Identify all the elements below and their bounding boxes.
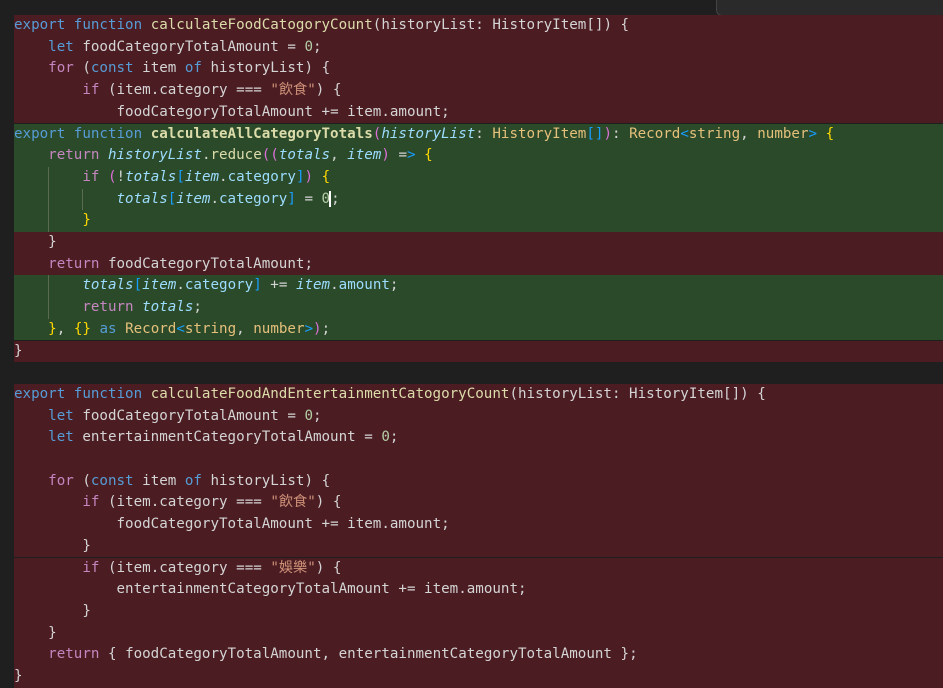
code-text: if (item.category === "娛樂") { xyxy=(82,559,342,576)
added-code-line: return historyList.reduce((totals, item)… xyxy=(0,145,943,167)
line-gutter xyxy=(0,449,14,471)
line-gutter xyxy=(0,210,14,232)
deleted-code-line: if (item.category === "飲食") { xyxy=(0,492,943,515)
deleted-code-line: let entertainmentCategoryTotalAmount = 0… xyxy=(0,427,943,449)
added-code-line: if (!totals[item.category]) { xyxy=(0,166,943,189)
code-text: export function calculateFoodAndEntertai… xyxy=(14,385,766,402)
line-gutter xyxy=(0,405,14,428)
added-code-line: return totals; xyxy=(0,297,943,319)
added-code-line: totals[item.category] = 0; xyxy=(0,188,943,211)
added-code-line: totals[item.category] += item.amount; xyxy=(0,275,943,298)
deleted-code-line: for (const item of historyList) { xyxy=(0,58,943,81)
deleted-code-line: entertainmentCategoryTotalAmount += item… xyxy=(0,579,943,601)
code-text: let foodCategoryTotalAmount = 0; xyxy=(48,407,322,424)
code-text: export function calculateAllCategoryTota… xyxy=(14,125,835,142)
line-gutter xyxy=(0,58,14,81)
deleted-code-line: foodCategoryTotalAmount += item.amount; xyxy=(0,514,943,536)
deleted-code-line: foodCategoryTotalAmount += item.amount; xyxy=(0,101,943,124)
deleted-code-line: export function calculateFoodAndEntertai… xyxy=(0,383,943,406)
indent-guide xyxy=(48,297,50,319)
deleted-code-line xyxy=(0,449,943,471)
code-text: for (const item of historyList) { xyxy=(48,472,331,489)
line-gutter xyxy=(0,232,14,254)
code-text: return { foodCategoryTotalAmount, entert… xyxy=(48,646,638,663)
line-gutter xyxy=(0,275,14,298)
code-text: } xyxy=(48,234,57,250)
line-gutter xyxy=(0,145,14,167)
indent-guide xyxy=(82,188,84,211)
code-text: return totals; xyxy=(82,299,202,316)
code-text: return foodCategoryTotalAmount; xyxy=(48,255,313,272)
line-gutter xyxy=(0,579,14,601)
added-code-line: } xyxy=(0,210,943,232)
line-gutter xyxy=(0,644,14,666)
added-code-line: export function calculateAllCategoryTota… xyxy=(0,123,943,146)
line-gutter xyxy=(0,36,14,59)
deleted-code-line: } xyxy=(0,340,943,363)
code-text: } xyxy=(14,668,23,684)
deleted-code-line: let foodCategoryTotalAmount = 0; xyxy=(0,405,943,428)
line-gutter xyxy=(0,253,14,276)
code-text: totals[item.category] = 0; xyxy=(116,190,340,207)
line-gutter xyxy=(0,535,14,558)
line-gutter xyxy=(0,80,14,102)
line-gutter xyxy=(0,340,14,363)
deleted-code-line: let foodCategoryTotalAmount = 0; xyxy=(0,36,943,59)
line-gutter xyxy=(0,470,14,493)
indent-guide xyxy=(48,188,50,211)
deleted-code-line: if (item.category === "娛樂") { xyxy=(0,557,943,580)
line-gutter xyxy=(0,427,14,449)
deleted-code-line: return { foodCategoryTotalAmount, entert… xyxy=(0,644,943,666)
line-gutter xyxy=(0,383,14,406)
indent-guide xyxy=(48,275,50,298)
code-text: } xyxy=(14,342,23,359)
code-text: export function calculateFoodCatogoryCou… xyxy=(14,17,630,33)
line-gutter xyxy=(0,557,14,580)
code-text: }, {} as Record<string, number>); xyxy=(48,320,331,337)
deleted-code-line: } xyxy=(0,622,943,645)
code-text: entertainmentCategoryTotalAmount += item… xyxy=(116,581,527,598)
line-gutter xyxy=(0,666,14,688)
line-gutter xyxy=(0,188,14,211)
added-code-line: }, {} as Record<string, number>); xyxy=(0,318,943,341)
line-gutter xyxy=(0,15,14,37)
deleted-code-line: export function calculateFoodCatogoryCou… xyxy=(0,15,943,37)
code-text: foodCategoryTotalAmount += item.amount; xyxy=(116,103,450,120)
code-text: return historyList.reduce((totals, item)… xyxy=(48,147,433,164)
code-text: } xyxy=(82,212,91,229)
deleted-code-line: } xyxy=(0,535,943,558)
blank-line xyxy=(0,362,943,384)
line-gutter xyxy=(0,514,14,536)
deleted-code-line: return foodCategoryTotalAmount; xyxy=(0,253,943,276)
code-text: if (item.category === "飲食") { xyxy=(82,494,342,511)
line-gutter xyxy=(0,362,14,384)
deleted-code-line: } xyxy=(0,232,943,254)
code-text: let foodCategoryTotalAmount = 0; xyxy=(48,38,322,55)
indent-guide xyxy=(48,210,50,232)
line-gutter xyxy=(0,622,14,645)
code-text: if (!totals[item.category]) { xyxy=(82,168,331,185)
deleted-code-line: } xyxy=(0,666,943,688)
line-gutter xyxy=(0,166,14,189)
code-text: } xyxy=(82,537,91,554)
code-text: for (const item of historyList) { xyxy=(48,60,331,77)
deleted-code-line: for (const item of historyList) { xyxy=(0,470,943,493)
code-text: foodCategoryTotalAmount += item.amount; xyxy=(116,516,450,533)
code-text: if (item.category === "飲食") { xyxy=(82,82,342,99)
code-text: } xyxy=(82,602,91,619)
code-text: let entertainmentCategoryTotalAmount = 0… xyxy=(48,429,399,446)
line-gutter xyxy=(0,123,14,146)
line-gutter xyxy=(0,318,14,341)
line-gutter xyxy=(0,101,14,124)
line-gutter xyxy=(0,600,14,623)
deleted-code-line: } xyxy=(0,600,943,623)
indent-guide xyxy=(48,166,50,189)
line-gutter xyxy=(0,297,14,319)
line-gutter xyxy=(0,492,14,515)
code-editor[interactable]: export function calculateFoodCatogoryCou… xyxy=(0,0,943,688)
deleted-code-line: if (item.category === "飲食") { xyxy=(0,80,943,102)
code-text: } xyxy=(48,624,57,641)
code-text: totals[item.category] += item.amount; xyxy=(82,277,399,294)
